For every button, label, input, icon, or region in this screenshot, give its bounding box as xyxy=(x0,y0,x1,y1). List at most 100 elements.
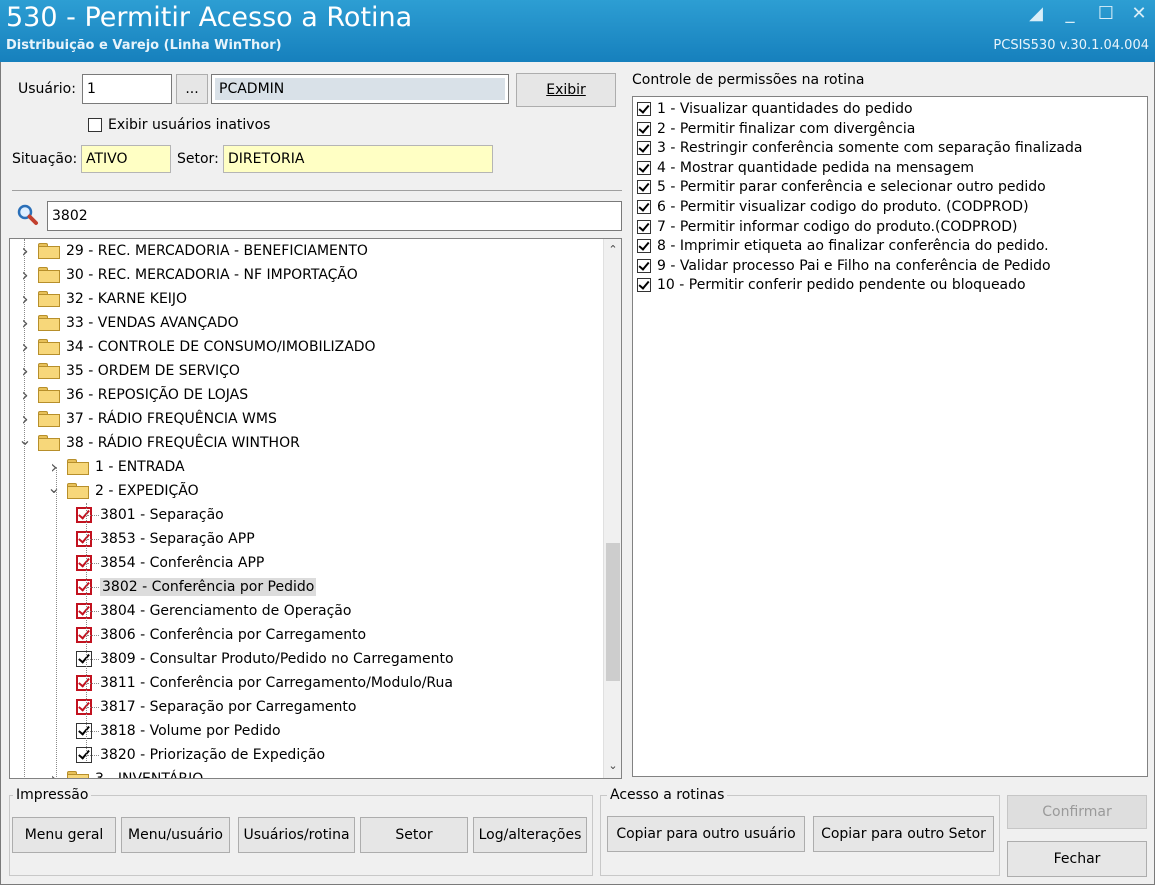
tree-connector-line xyxy=(87,611,99,612)
permission-item[interactable]: 6 - Permitir visualizar codigo do produt… xyxy=(637,197,1029,217)
tree-routine-row[interactable]: 3817 - Separação por Carregamento xyxy=(76,695,356,719)
permissions-title: Controle de permissões na rotina xyxy=(632,72,864,88)
permission-item[interactable]: 4 - Mostrar quantidade pedida na mensage… xyxy=(637,158,974,178)
close-icon[interactable]: ✕ xyxy=(1127,3,1151,25)
tree-row-label: 3853 - Separação APP xyxy=(100,531,255,547)
tree-routine-row[interactable]: 3809 - Consultar Produto/Pedido no Carre… xyxy=(76,647,454,671)
menu-usuario-button[interactable]: Menu/usuário xyxy=(121,817,230,853)
tree-folder-row[interactable]: › 3 - INVENTÁRIO xyxy=(47,767,203,779)
permission-checkbox[interactable] xyxy=(637,219,651,234)
chevron-right-icon[interactable]: › xyxy=(18,241,32,262)
permission-label: 6 - Permitir visualizar codigo do produt… xyxy=(657,199,1029,215)
permission-item[interactable]: 5 - Permitir parar conferência e selecio… xyxy=(637,177,1046,197)
setor-button[interactable]: Setor xyxy=(360,817,468,853)
maximize-icon[interactable]: ☐ xyxy=(1094,3,1118,25)
copiar-usuario-button[interactable]: Copiar para outro usuário xyxy=(607,816,805,852)
tree-routine-row[interactable]: 3811 - Conferência por Carregamento/Modu… xyxy=(76,671,453,695)
tree-row-label: 3801 - Separação xyxy=(100,507,224,523)
tree-folder-row[interactable]: › 34 - CONTROLE DE CONSUMO/IMOBILIZADO xyxy=(18,335,375,359)
chevron-down-icon[interactable]: ⌄ xyxy=(18,430,32,449)
tree-routine-row[interactable]: 3820 - Priorização de Expedição xyxy=(76,743,325,767)
tree-scrollbar[interactable]: ⌃ ⌄ xyxy=(603,239,621,778)
tree-connector-line xyxy=(24,239,25,778)
chevron-right-icon[interactable]: › xyxy=(18,337,32,358)
permission-checkbox[interactable] xyxy=(637,278,651,293)
tree-routine-row[interactable]: 3853 - Separação APP xyxy=(76,527,255,551)
tree-folder-row[interactable]: › 36 - REPOSIÇÃO DE LOJAS xyxy=(18,383,248,407)
permission-item[interactable]: 7 - Permitir informar codigo do produto.… xyxy=(637,217,1017,237)
copiar-setor-button[interactable]: Copiar para outro Setor xyxy=(813,816,994,852)
permission-item[interactable]: 8 - Imprimir etiqueta ao finalizar confe… xyxy=(637,236,1049,256)
scroll-down-icon[interactable]: ⌄ xyxy=(604,759,621,772)
chevron-right-icon[interactable]: › xyxy=(18,361,32,382)
usuarios-rotina-button[interactable]: Usuários/rotina xyxy=(238,817,355,853)
tree-folder-row[interactable]: › 29 - REC. MERCADORIA - BENEFICIAMENTO xyxy=(18,239,368,263)
permission-checkbox[interactable] xyxy=(637,200,651,214)
tree-folder-row[interactable]: › 35 - ORDEM DE SERVIÇO xyxy=(18,359,240,383)
user-lookup-button[interactable]: ... xyxy=(176,74,208,104)
permission-label: 3 - Restringir conferência somente com s… xyxy=(657,140,1083,157)
tree-folder-row[interactable]: ⌄ 38 - RÁDIO FREQUÊCIA WINTHOR xyxy=(18,430,300,455)
scroll-thumb[interactable] xyxy=(606,543,620,681)
tree-folder-row[interactable]: › 1 - ENTRADA xyxy=(47,455,185,479)
permission-checkbox[interactable] xyxy=(637,180,651,195)
usuario-input[interactable]: 1 xyxy=(82,74,172,104)
permission-item[interactable]: 10 - Permitir conferir pedido pendente o… xyxy=(637,275,1026,295)
tree-routine-row[interactable]: 3818 - Volume por Pedido xyxy=(76,719,281,743)
restore-icon[interactable]: ◢ xyxy=(1024,3,1048,25)
permission-checkbox[interactable] xyxy=(637,258,651,273)
permission-label: 8 - Imprimir etiqueta ao finalizar confe… xyxy=(657,238,1049,255)
chevron-right-icon[interactable]: › xyxy=(18,265,32,286)
permission-item[interactable]: 3 - Restringir conferência somente com s… xyxy=(637,138,1082,158)
permission-checkbox[interactable] xyxy=(637,121,651,136)
permission-checkbox[interactable] xyxy=(637,141,651,156)
window-title: 530 - Permitir Acesso a Rotina xyxy=(6,2,413,33)
tree-row-label: 3809 - Consultar Produto/Pedido no Carre… xyxy=(100,651,454,667)
permission-label: 10 - Permitir conferir pedido pendente o… xyxy=(657,277,1026,294)
routine-tree[interactable]: ⌃ ⌄ › 29 - REC. MERCADORIA - BENEFICIAMEN… xyxy=(9,238,622,779)
tree-connector-line xyxy=(87,683,99,684)
tree-folder-row[interactable]: › 30 - REC. MERCADORIA - NF IMPORTAÇÃO xyxy=(18,263,357,287)
permission-item[interactable]: 1 - Visualizar quantidades do pedido xyxy=(637,99,913,119)
menu-geral-button[interactable]: Menu geral xyxy=(12,817,116,853)
tree-row-label: 3818 - Volume por Pedido xyxy=(100,723,281,739)
permission-item[interactable]: 2 - Permitir finalizar com divergência xyxy=(637,119,915,139)
fechar-button[interactable]: Fechar xyxy=(1007,841,1147,877)
permission-checkbox[interactable] xyxy=(637,239,651,254)
scroll-up-icon[interactable]: ⌃ xyxy=(604,243,621,256)
permission-item[interactable]: 9 - Validar processo Pai e Filho na conf… xyxy=(637,256,1051,276)
chevron-right-icon[interactable]: › xyxy=(18,289,32,310)
permission-checkbox[interactable] xyxy=(637,160,651,175)
tree-routine-row[interactable]: 3804 - Gerenciamento de Operação xyxy=(76,599,351,623)
tree-row-label: 1 - ENTRADA xyxy=(95,459,185,475)
chevron-down-icon[interactable]: ⌄ xyxy=(47,478,61,497)
folder-icon xyxy=(38,243,60,259)
situacao-field: ATIVO xyxy=(81,145,171,173)
chevron-right-icon[interactable]: › xyxy=(47,769,61,779)
folder-icon xyxy=(38,435,60,451)
tree-routine-row[interactable]: 3806 - Conferência por Carregamento xyxy=(76,623,366,647)
chevron-right-icon[interactable]: › xyxy=(18,313,32,334)
folder-icon xyxy=(38,363,60,379)
minimize-icon[interactable]: _ xyxy=(1058,3,1082,25)
chevron-right-icon[interactable]: › xyxy=(47,457,61,478)
tree-connector-line xyxy=(87,731,99,732)
permissions-list[interactable]: 1 - Visualizar quantidades do pedido 2 - … xyxy=(632,96,1148,777)
tree-folder-row[interactable]: ⌄ 2 - EXPEDIÇÃO xyxy=(47,478,199,503)
chevron-right-icon[interactable]: › xyxy=(18,385,32,406)
inativos-option[interactable]: Exibir usuários inativos xyxy=(88,117,270,133)
inativos-checkbox[interactable] xyxy=(88,118,102,132)
permission-checkbox[interactable] xyxy=(637,102,651,116)
tree-routine-row[interactable]: 3802 - Conferência por Pedido xyxy=(76,575,317,599)
tree-folder-row[interactable]: › 32 - KARNE KEIJO xyxy=(18,287,187,311)
confirmar-button[interactable]: Confirmar xyxy=(1007,795,1147,829)
tree-folder-row[interactable]: › 37 - RÁDIO FREQUÊNCIA WMS xyxy=(18,407,276,431)
search-input[interactable]: 3802 xyxy=(47,201,622,231)
exibir-button[interactable]: Exibir xyxy=(516,73,616,107)
folder-icon xyxy=(38,339,60,355)
log-alteracoes-button[interactable]: Log/alterações xyxy=(473,817,587,853)
chevron-right-icon[interactable]: › xyxy=(18,409,32,430)
tree-folder-row[interactable]: › 33 - VENDAS AVANÇADO xyxy=(18,311,238,335)
window-subtitle: Distribuição e Varejo (Linha WinThor) xyxy=(6,38,282,53)
tree-routine-row[interactable]: 3854 - Conferência APP xyxy=(76,551,264,575)
